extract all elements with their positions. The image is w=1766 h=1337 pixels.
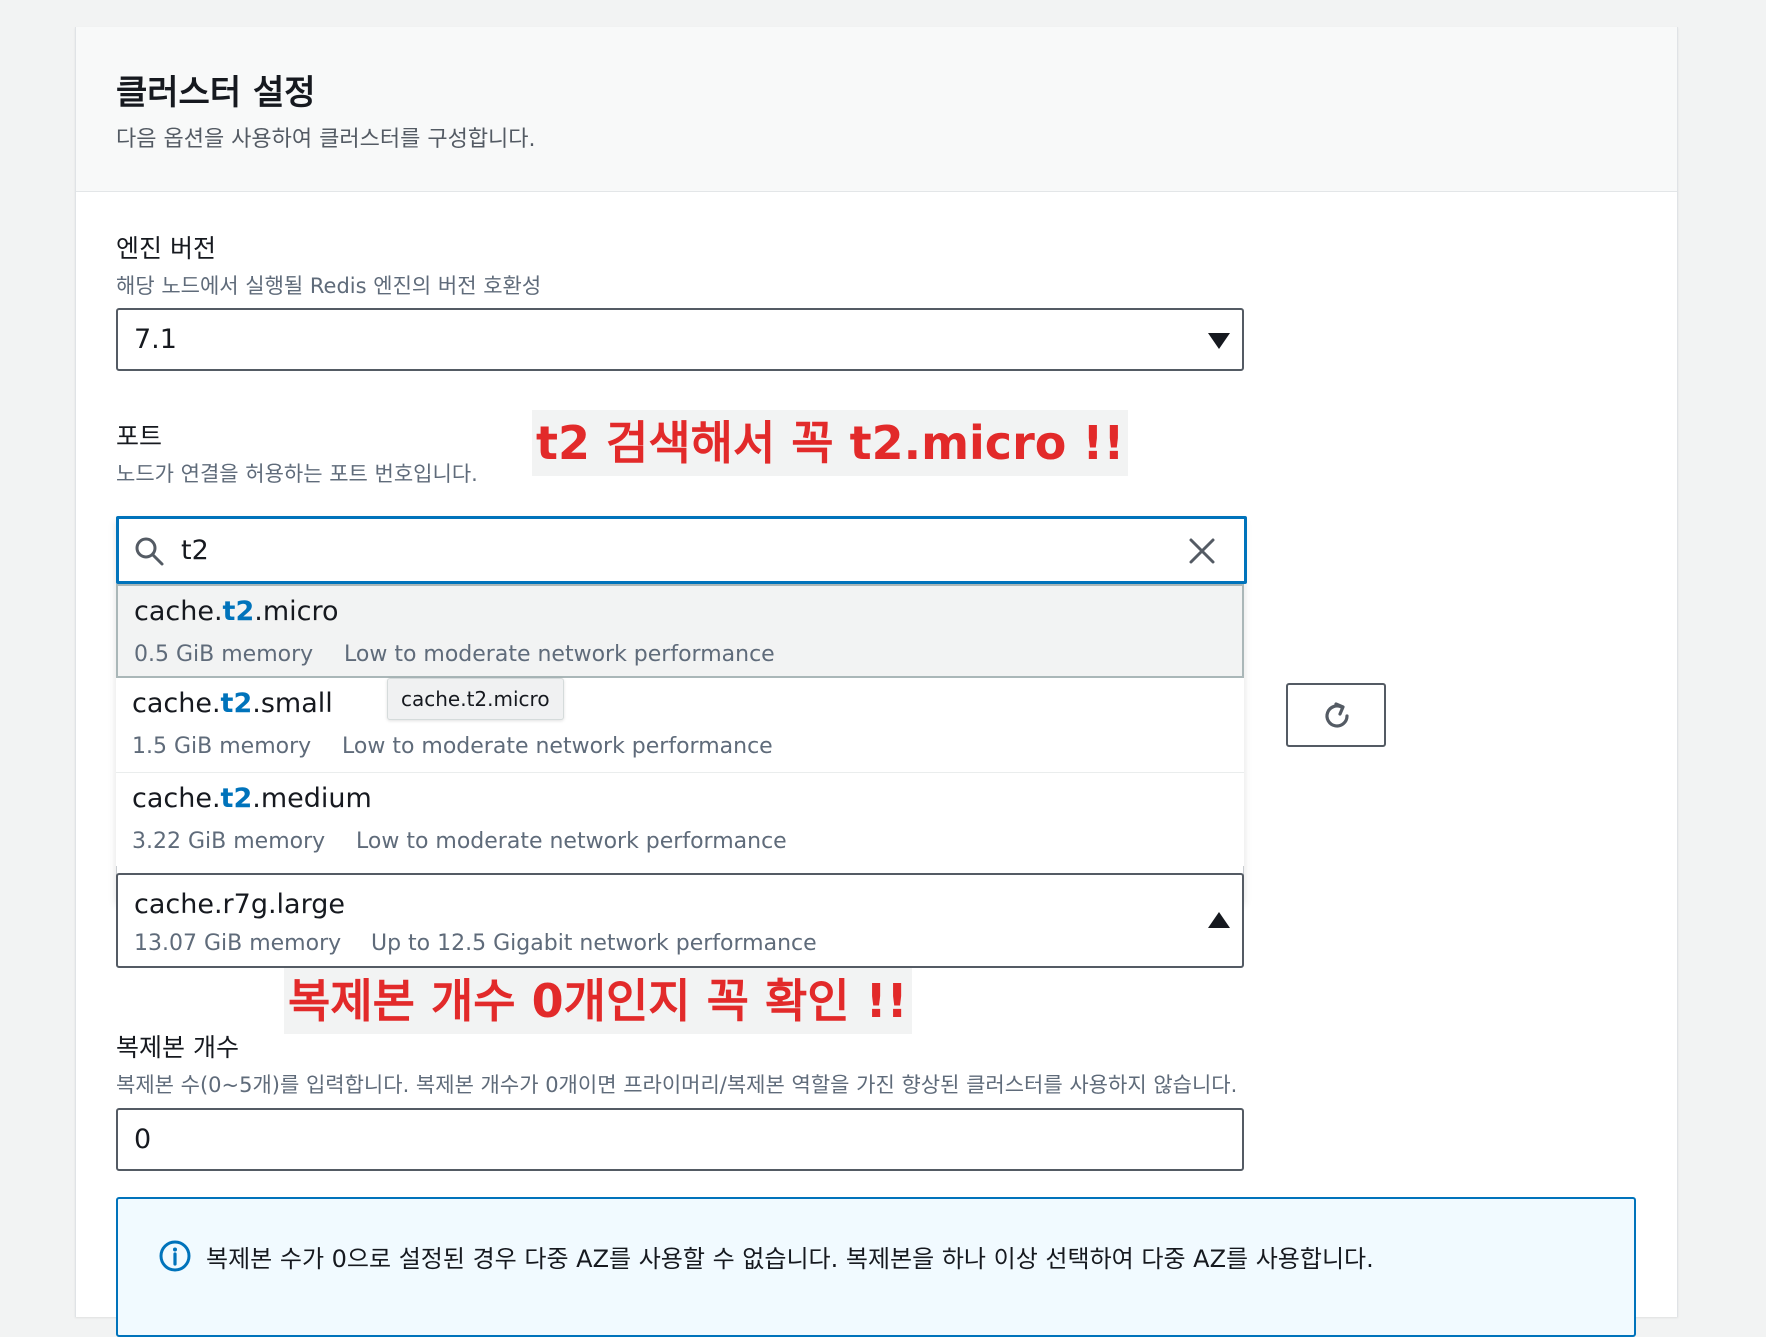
node-type-selected: cache.r7g.large	[134, 889, 345, 920]
engine-version-value: 7.1	[134, 324, 177, 355]
search-input-value[interactable]: t2	[181, 535, 209, 566]
caret-down-icon	[1208, 333, 1230, 349]
replicas-input[interactable]: 0	[116, 1108, 1244, 1171]
option-memory: 3.22 GiB memory	[132, 829, 326, 854]
engine-version-label: 엔진 버전	[116, 234, 216, 263]
option-network: Low to moderate network performance	[344, 642, 775, 667]
node-type-search-field[interactable]: t2	[116, 516, 1247, 584]
cluster-settings-panel: 클러스터 설정 다음 옵션을 사용하여 클러스터를 구성합니다. 엔진 버전 해…	[75, 27, 1678, 1337]
option-network: Low to moderate network performance	[342, 734, 773, 759]
node-type-network: Up to 12.5 Gigabit network performance	[371, 931, 817, 956]
option-title: cache.t2.micro	[134, 596, 339, 627]
refresh-button[interactable]	[1286, 683, 1386, 747]
refresh-icon	[1325, 702, 1349, 728]
annotation-replica-hint: 복제본 개수 0개인지 꼭 확인 !!	[284, 968, 912, 1034]
engine-version-select[interactable]: 7.1	[116, 308, 1244, 371]
info-text: 복제본 수가 0으로 설정된 경우 다중 AZ를 사용할 수 없습니다. 복제본…	[206, 1245, 1374, 1273]
option-cache-t2-small[interactable]: cache.t2.small 1.5 GiB memory Low to mod…	[116, 678, 1244, 772]
option-memory: 1.5 GiB memory	[132, 734, 312, 759]
node-type-memory: 13.07 GiB memory	[134, 931, 342, 956]
info-icon	[159, 1240, 191, 1272]
port-label: 포트	[116, 422, 163, 451]
option-title: cache.t2.medium	[132, 783, 372, 814]
caret-up-icon	[1208, 912, 1230, 928]
replicas-value[interactable]: 0	[134, 1124, 151, 1155]
info-alert: 복제본 수가 0으로 설정된 경우 다중 AZ를 사용할 수 없습니다. 복제본…	[116, 1197, 1636, 1337]
page-title: 클러스터 설정	[116, 73, 316, 113]
node-type-select[interactable]: cache.r7g.large 13.07 GiB memory Up to 1…	[116, 873, 1244, 968]
annotation-search-hint: t2 검색해서 꼭 t2.micro !!	[532, 410, 1129, 476]
replicas-label: 복제본 개수	[116, 1033, 239, 1062]
replicas-description: 복제본 수(0~5개)를 입력합니다. 복제본 개수가 0개이면 프라이머리/복…	[116, 1073, 1238, 1097]
port-description: 노드가 연결을 허용하는 포트 번호입니다.	[116, 462, 478, 486]
option-tooltip: cache.t2.micro	[387, 678, 564, 720]
search-icon	[135, 537, 164, 566]
option-cache-t2-medium[interactable]: cache.t2.medium 3.22 GiB memory Low to m…	[116, 772, 1244, 866]
engine-version-description: 해당 노드에서 실행될 Redis 엔진의 버전 호환성	[116, 274, 542, 298]
option-network: Low to moderate network performance	[356, 829, 787, 854]
option-cache-t2-micro[interactable]: cache.t2.micro 0.5 GiB memory Low to mod…	[116, 584, 1244, 678]
clear-icon[interactable]	[1188, 537, 1216, 565]
page-description: 다음 옵션을 사용하여 클러스터를 구성합니다.	[116, 127, 536, 152]
panel-header: 클러스터 설정 다음 옵션을 사용하여 클러스터를 구성합니다.	[76, 27, 1677, 192]
option-title: cache.t2.small	[132, 688, 333, 719]
option-memory: 0.5 GiB memory	[134, 642, 314, 667]
